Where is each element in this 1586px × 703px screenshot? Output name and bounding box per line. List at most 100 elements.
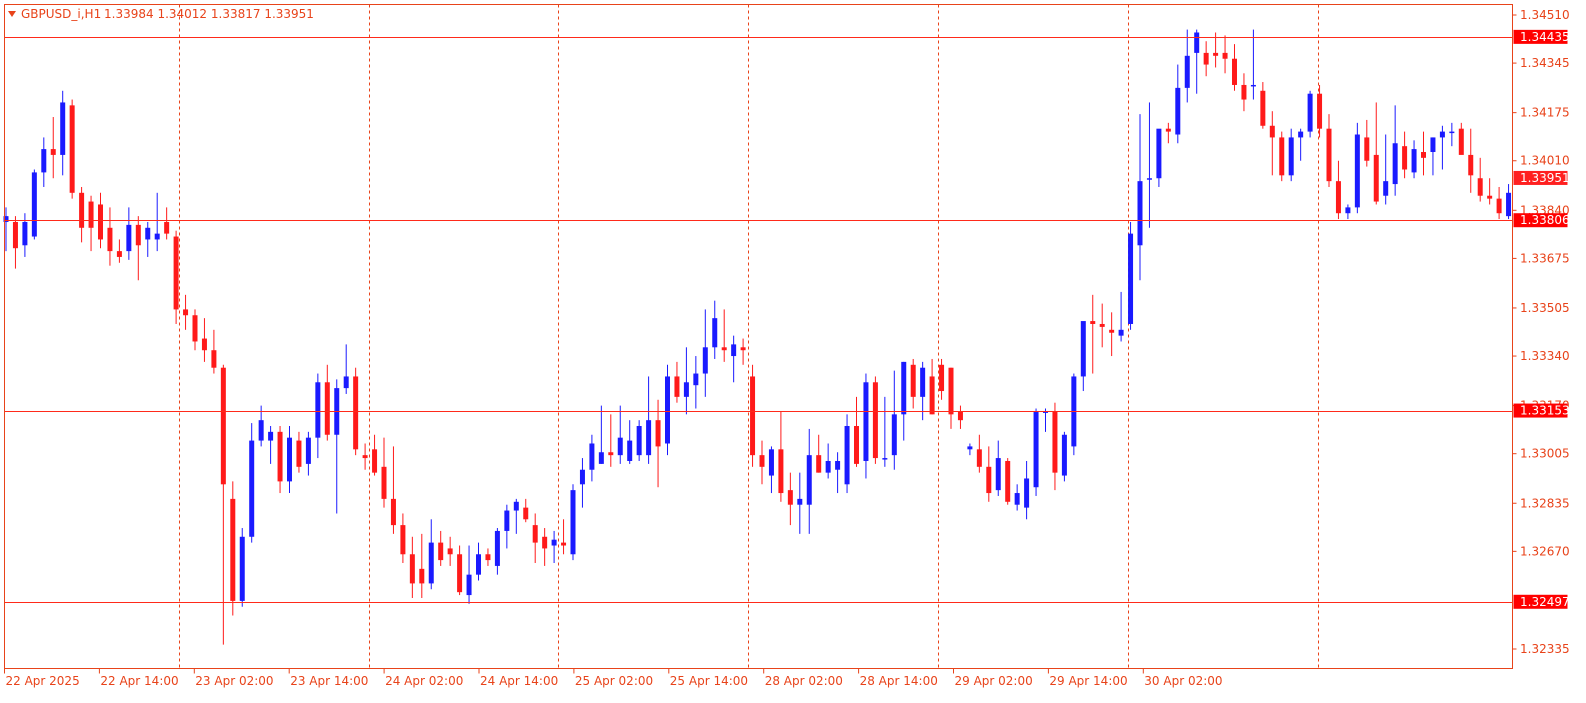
candle-body <box>1109 329 1115 333</box>
candle-body <box>116 251 122 257</box>
candle-body <box>957 411 963 421</box>
candle-body <box>1250 84 1256 87</box>
candle-body <box>324 382 330 435</box>
candle-body <box>665 376 670 444</box>
candle-body <box>1383 181 1389 196</box>
candle-body <box>636 426 642 456</box>
candle <box>570 484 576 561</box>
candle-body <box>1005 460 1011 502</box>
candle-body <box>1279 137 1285 176</box>
x-tick-label: 28 Apr 14:00 <box>860 674 938 688</box>
candle-body <box>617 437 623 456</box>
candle-body <box>816 455 822 473</box>
x-tick-label: 24 Apr 02:00 <box>385 674 463 688</box>
candle-body <box>806 455 812 505</box>
y-tick-label: 1.32335 <box>1520 642 1570 656</box>
candle-body <box>835 460 841 470</box>
x-tick-label: 25 Apr 14:00 <box>670 674 748 688</box>
candle <box>636 420 642 461</box>
y-tick-label: 1.33505 <box>1520 301 1570 315</box>
candle-body <box>768 449 774 476</box>
candle-body <box>201 338 207 351</box>
candle-body <box>1364 137 1370 161</box>
candle-body <box>239 536 245 601</box>
candle-body <box>1052 411 1058 473</box>
candle-body <box>183 309 189 316</box>
candle-body <box>504 510 510 531</box>
candle-body <box>825 460 831 473</box>
y-tick-label: 1.34345 <box>1520 56 1570 70</box>
y-tick-label: 1.32835 <box>1520 496 1570 510</box>
candle-body <box>1175 87 1181 135</box>
candle-body <box>646 420 652 456</box>
candle-body <box>1430 137 1436 153</box>
candle-body <box>1288 137 1294 176</box>
candle-body <box>995 458 1001 491</box>
x-tick-label: 22 Apr 14:00 <box>100 674 178 688</box>
chart-window[interactable]: 1.34510 1.34345 1.34175 1.34010 1.33840 1.336… <box>0 0 1586 703</box>
y-tick-label: 1.32670 <box>1520 544 1570 558</box>
bid-price-label: 1.33951 <box>1520 171 1570 185</box>
candle-body <box>854 426 859 464</box>
chart-header: GBPUSD_i,H1 1.33984 1.34012 1.33817 1.33… <box>8 7 314 21</box>
y-tick-label: 1.34510 <box>1520 8 1570 22</box>
candle-body <box>192 315 198 342</box>
candle <box>230 481 236 616</box>
candle-body <box>683 382 689 397</box>
candle-body <box>1317 93 1323 129</box>
candle-body <box>891 414 897 456</box>
candle-body <box>920 367 926 397</box>
x-tick-label: 30 Apr 02:00 <box>1144 674 1222 688</box>
candle-body <box>135 224 141 246</box>
candle-body <box>1487 195 1493 199</box>
candle-body <box>1213 52 1219 56</box>
candle-body <box>976 449 982 467</box>
candle-body <box>1307 93 1313 132</box>
candlestick-chart[interactable]: 1.345101.343451.341751.340101.338401.336… <box>0 0 1586 703</box>
candle-body <box>1335 181 1341 214</box>
candle-body <box>154 233 160 240</box>
candle-body <box>1184 55 1190 88</box>
candle-body <box>721 347 727 351</box>
candle-body <box>570 490 576 555</box>
x-tick-label: 29 Apr 02:00 <box>955 674 1033 688</box>
level-label: 1.32497 <box>1520 595 1570 609</box>
candle-body <box>211 350 217 368</box>
candle-body <box>22 221 28 246</box>
candle-body <box>1496 198 1502 214</box>
candle-body <box>1222 52 1228 59</box>
candle-body <box>220 367 226 485</box>
candle-body <box>12 221 18 249</box>
candle-body <box>1194 32 1200 53</box>
candle-body <box>1014 493 1020 505</box>
candle-body <box>1260 90 1266 126</box>
candle-body <box>41 149 47 173</box>
candle <box>249 423 255 543</box>
candle-body <box>173 236 179 310</box>
candle-body <box>1090 321 1096 324</box>
candle-body <box>655 420 661 447</box>
candle-body <box>523 507 529 520</box>
candle-body <box>419 568 425 584</box>
candle-body <box>107 227 113 252</box>
candle-body <box>447 548 453 555</box>
candle-body <box>1345 207 1351 214</box>
candle-body <box>277 431 283 482</box>
candle-body <box>1232 58 1237 85</box>
candle-body <box>693 373 699 386</box>
candle-body <box>466 574 472 596</box>
candle-body <box>485 554 491 561</box>
candle-body <box>457 554 463 593</box>
candle-body <box>542 536 548 549</box>
candle-body <box>145 227 151 240</box>
y-tick-label: 1.33005 <box>1520 447 1570 461</box>
candle-body <box>712 318 718 348</box>
candle-body <box>551 539 557 546</box>
candle <box>1005 458 1011 505</box>
candle-body <box>1118 329 1124 336</box>
x-tick-label: 23 Apr 14:00 <box>290 674 368 688</box>
candle <box>239 528 245 607</box>
candle-body <box>1458 128 1464 155</box>
candle-body <box>1203 52 1209 65</box>
candle-body <box>1392 143 1398 185</box>
